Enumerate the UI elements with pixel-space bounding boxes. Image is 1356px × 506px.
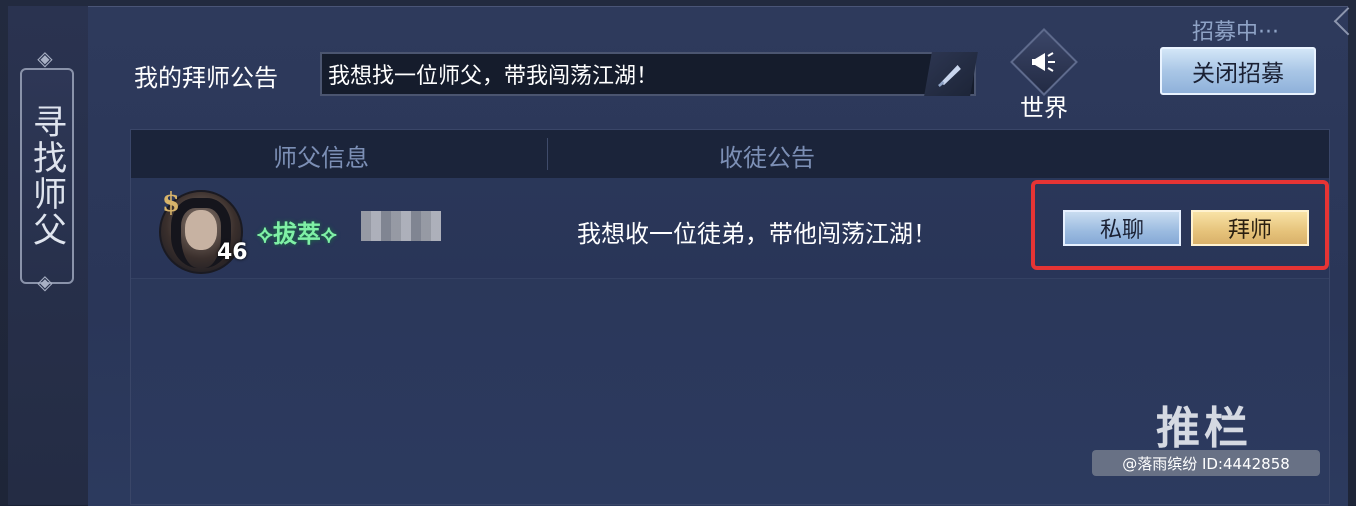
- row-notice: 我想收一位徒弟，带他闯荡江湖！: [577, 220, 937, 248]
- side-tab-find-master[interactable]: 寻找师父: [20, 68, 74, 284]
- brush-icon: [938, 65, 961, 87]
- rank-badge-icon: $: [161, 188, 181, 218]
- title-text: 拔萃: [272, 220, 321, 248]
- master-list: 师父信息 收徒公告 $ 46 ⟡拔萃⟡ 我想收一位徒弟，带他闯荡江湖！ 私聊 拜…: [130, 129, 1330, 505]
- watermark-brand: 推栏: [1156, 403, 1252, 454]
- private-chat-button[interactable]: 私聊: [1063, 210, 1181, 246]
- world-broadcast-button[interactable]: 世界: [1008, 28, 1080, 122]
- column-recruit-notice: 收徒公告: [719, 144, 815, 172]
- watermark-credit: @落雨缤纷 ID:4442858: [1092, 450, 1320, 476]
- apprentice-button[interactable]: 拜师: [1191, 210, 1309, 246]
- column-master-info: 师父信息: [273, 144, 369, 172]
- diamond-ornament-icon: ⟡: [257, 220, 273, 248]
- notice-input-container: [320, 52, 978, 96]
- player-name-obscured: [361, 211, 441, 241]
- recruit-status: 招募中···: [1192, 20, 1279, 45]
- level-text: 46: [217, 240, 248, 265]
- close-recruit-button[interactable]: 关闭招募: [1160, 47, 1316, 95]
- column-divider: [547, 138, 548, 170]
- megaphone-icon: [1032, 52, 1055, 72]
- avatar-face: [185, 210, 217, 250]
- notice-input[interactable]: [322, 54, 934, 94]
- title-tag: ⟡拔萃⟡: [257, 214, 337, 249]
- diamond-ornament-icon: ◈: [37, 270, 53, 294]
- megaphone-icon-frame: [1010, 28, 1078, 96]
- side-panel: ◈ 寻找师父 ◈: [8, 6, 89, 505]
- side-title: 寻找师父: [26, 104, 67, 248]
- diamond-ornament-icon: ⟡: [320, 220, 337, 248]
- notice-label: 我的拜师公告: [134, 64, 278, 92]
- list-header: 师父信息 收徒公告: [131, 130, 1329, 178]
- diamond-ornament-icon: ◈: [37, 46, 53, 70]
- edit-notice-button[interactable]: [924, 52, 978, 96]
